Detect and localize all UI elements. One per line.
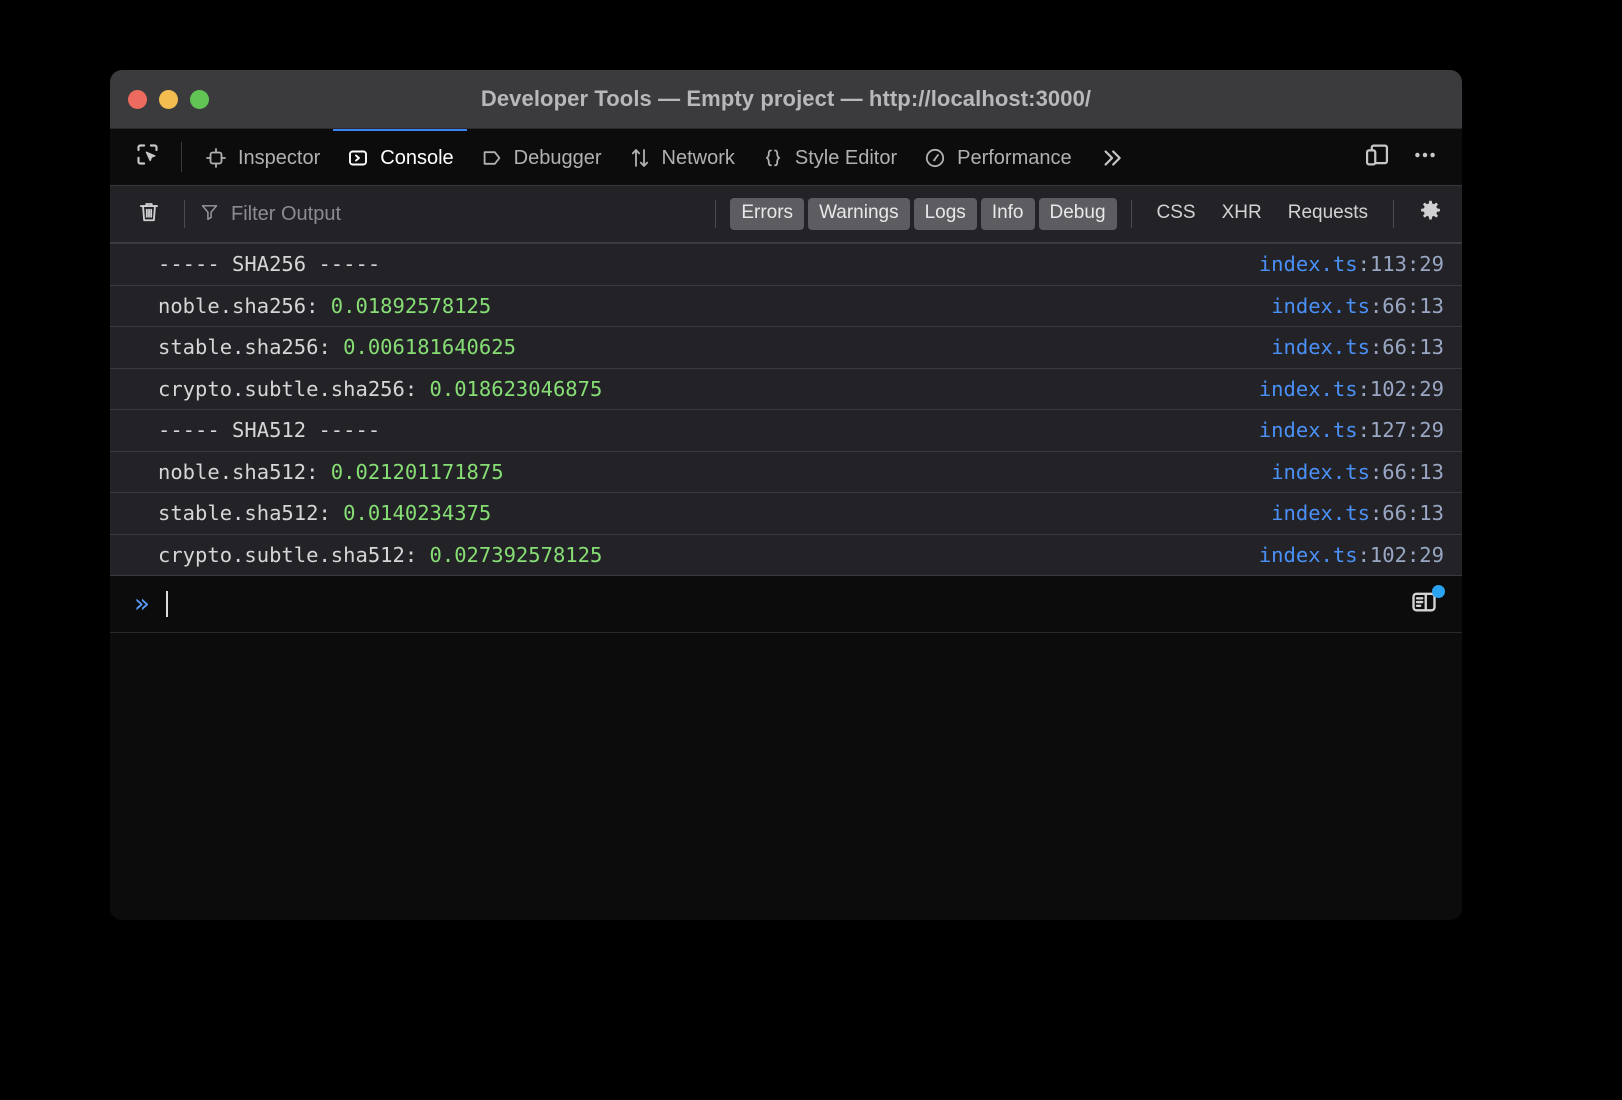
text-caret [165,591,168,617]
console-toolbar-divider-2 [715,200,717,228]
console-message-text: stable.sha512: 0.0140234375 [158,501,492,526]
tab-network-label: Network [661,146,735,169]
window-title: Developer Tools — Empty project — http:/… [480,86,1092,111]
console-message-text: ----- SHA256 ----- [158,252,381,277]
console-source-link[interactable]: index.ts:66:13 [1271,335,1444,359]
split-console-editor-button[interactable] [1404,584,1445,624]
performance-icon [923,146,947,170]
tab-network[interactable]: Network [615,128,748,185]
console-message-text: ----- SHA512 ----- [158,418,381,443]
inspector-icon [204,146,228,170]
console-message-row[interactable]: crypto.subtle.sha256: 0.018623046875 ind… [110,368,1462,410]
editor-badge-dot [1432,585,1445,598]
console-toolbar-divider-4 [1393,200,1394,228]
traffic-lights [110,89,209,109]
console-prompt-icon: » [134,589,150,619]
filter-css-button[interactable]: CSS [1146,198,1207,230]
filter-warnings-button[interactable]: Warnings [808,198,910,230]
tab-overflow-button[interactable] [1085,128,1137,185]
tabbar-divider [181,142,182,172]
console-message-row[interactable]: noble.sha512: 0.021201171875 index.ts:66… [110,451,1462,493]
console-toolbar-divider-3 [1130,200,1132,228]
console-toolbar-divider-1 [184,200,185,228]
console-message-text: crypto.subtle.sha256: 0.018623046875 [158,376,603,401]
console-source-link[interactable]: index.ts:113:29 [1259,252,1444,276]
console-message-text: noble.sha256: 0.01892578125 [158,293,492,318]
tab-style-editor[interactable]: Style Editor [748,128,910,185]
tab-style-editor-label: Style Editor [794,146,898,169]
devtools-tabbar: Inspector Console Debugger Network Style… [110,128,1462,186]
tab-console-label: Console [380,146,454,169]
meatball-menu-icon [1411,141,1439,174]
console-source-link[interactable]: index.ts:102:29 [1259,543,1444,567]
filter-output-input[interactable] [229,201,702,227]
console-message-text: stable.sha256: 0.006181640625 [158,335,516,360]
devtools-window: Developer Tools — Empty project — http:/… [110,70,1462,920]
console-empty-space [110,633,1462,920]
close-window-button[interactable] [128,89,147,109]
filter-info-button[interactable]: Info [980,198,1035,230]
devtools-more-menu-button[interactable] [1402,134,1448,180]
tab-inspector-label: Inspector [238,146,321,169]
tab-performance-label: Performance [957,146,1072,169]
tab-performance[interactable]: Performance [910,128,1085,185]
trash-icon [136,199,162,230]
tab-debugger[interactable]: Debugger [467,128,615,185]
minimize-window-button[interactable] [159,89,178,109]
console-message-row[interactable]: stable.sha256: 0.006181640625 index.ts:6… [110,327,1462,369]
console-toolbar: Errors Warnings Logs Info Debug CSS XHR … [110,186,1462,243]
maximize-window-button[interactable] [190,89,209,109]
console-message-text: crypto.subtle.sha512: 0.027392578125 [158,542,603,567]
console-settings-button[interactable] [1408,192,1452,236]
console-source-link[interactable]: index.ts:66:13 [1271,501,1444,525]
filter-logs-button[interactable]: Logs [913,198,977,230]
tab-console[interactable]: Console [333,128,467,185]
responsive-design-mode-button[interactable] [1354,134,1400,180]
gear-icon [1417,198,1444,230]
element-picker-button[interactable] [122,129,172,185]
console-output-panel: ----- SHA256 ----- index.ts:113:29 noble… [110,243,1462,920]
tabbar-actions [1354,129,1462,185]
console-message-row[interactable]: crypto.subtle.sha512: 0.027392578125 ind… [110,534,1462,576]
filter-output-box[interactable] [199,196,702,232]
console-message-text: noble.sha512: 0.021201171875 [158,459,504,484]
console-message-row[interactable]: ----- SHA512 ----- index.ts:127:29 [110,410,1462,452]
filter-requests-button[interactable]: Requests [1277,198,1379,230]
console-input-field[interactable] [165,591,1404,617]
console-icon [346,146,370,170]
console-source-link[interactable]: index.ts:127:29 [1259,418,1444,442]
devtools-tabs: Inspector Console Debugger Network Style… [191,128,1354,185]
category-filter-group: CSS XHR Requests [1146,198,1379,230]
console-input-row[interactable]: » [110,576,1462,633]
console-message-row[interactable]: ----- SHA256 ----- index.ts:113:29 [110,243,1462,286]
filter-errors-button[interactable]: Errors [730,198,805,230]
network-icon [628,146,652,170]
element-picker-icon [134,141,161,173]
chevron-double-right-icon [1098,145,1124,171]
tab-debugger-label: Debugger [513,146,602,169]
debugger-icon [480,146,504,170]
severity-filter-group: Errors Warnings Logs Info Debug [730,198,1117,230]
console-source-link[interactable]: index.ts:66:13 [1271,460,1444,484]
filter-debug-button[interactable]: Debug [1038,198,1117,230]
console-source-link[interactable]: index.ts:66:13 [1271,294,1444,318]
clear-console-button[interactable] [128,193,170,235]
console-message-list: ----- SHA256 ----- index.ts:113:29 noble… [110,243,1462,576]
style-editor-icon [761,146,785,170]
filter-funnel-icon [199,201,220,227]
tab-inspector[interactable]: Inspector [191,128,333,185]
console-message-row[interactable]: stable.sha512: 0.0140234375 index.ts:66:… [110,493,1462,535]
responsive-design-mode-icon [1363,141,1391,174]
console-source-link[interactable]: index.ts:102:29 [1259,377,1444,401]
filter-xhr-button[interactable]: XHR [1211,198,1273,230]
window-titlebar: Developer Tools — Empty project — http:/… [110,70,1462,129]
console-message-row[interactable]: noble.sha256: 0.01892578125 index.ts:66:… [110,285,1462,327]
